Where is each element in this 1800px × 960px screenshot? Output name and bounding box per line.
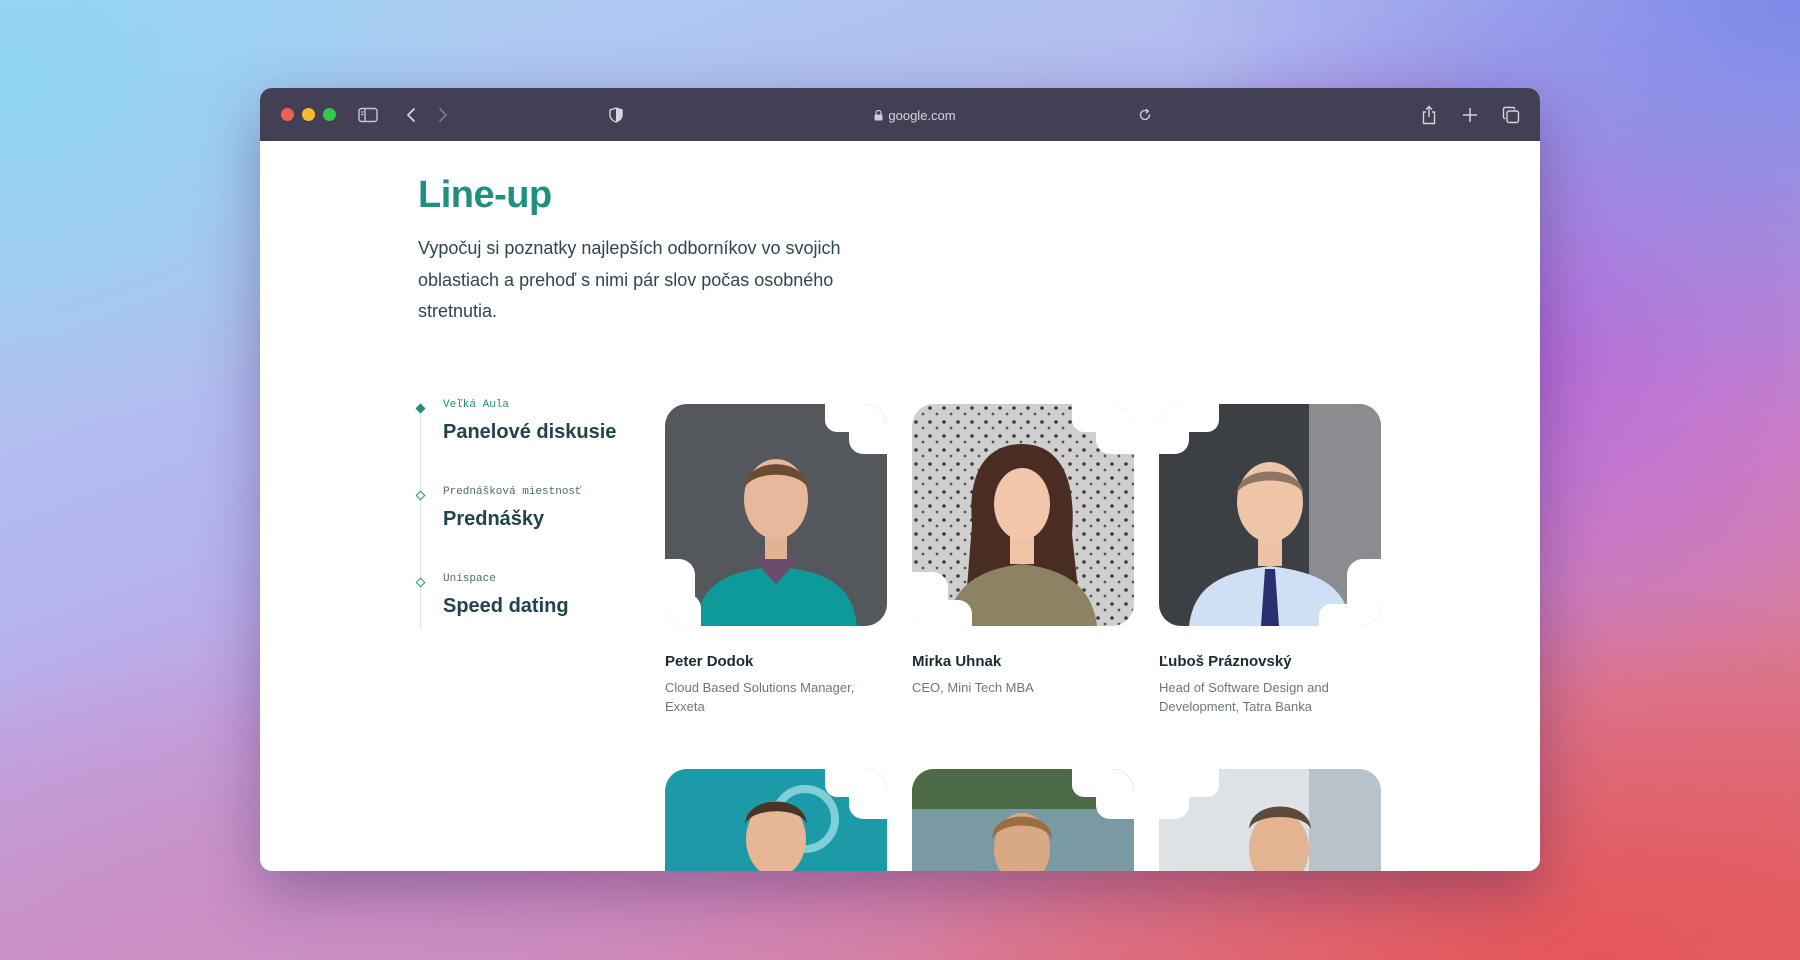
sidebar-icon[interactable]	[355, 102, 381, 128]
schedule-name: Speed dating	[443, 595, 569, 617]
page-title: Line-up	[418, 174, 552, 216]
page-intro: Vypočuj si poznatky najlepších odborníko…	[418, 238, 841, 321]
speaker-photo	[665, 769, 887, 871]
share-icon[interactable]	[1416, 102, 1442, 128]
speaker-card[interactable]: Ľuboš Práznovský Head of Software Design…	[1159, 404, 1381, 716]
speaker-card[interactable]	[1159, 769, 1381, 871]
speaker-card[interactable]: Mirka Uhnak CEO, Mini Tech MBA	[912, 404, 1134, 697]
schedule-room: Unispace	[443, 573, 496, 585]
schedule-item-speed-dating[interactable]: Unispace Speed dating	[415, 573, 618, 660]
close-window-button[interactable]	[281, 108, 294, 121]
speaker-photo	[912, 404, 1134, 626]
speaker-role: Cloud Based Solutions Manager, Exxeta	[665, 680, 855, 714]
url-text: google.com	[888, 107, 956, 123]
privacy-shield-icon[interactable]	[603, 102, 629, 128]
new-tab-icon[interactable]	[1457, 102, 1483, 128]
speaker-name: Peter Dodok	[665, 653, 754, 670]
back-icon[interactable]	[398, 102, 424, 128]
tab-overview-icon[interactable]	[1498, 102, 1524, 128]
reload-icon[interactable]	[1132, 102, 1158, 128]
window-controls	[281, 108, 336, 121]
page-content: Line-up Vypočuj si poznatky najlepších o…	[260, 141, 1540, 871]
speaker-card[interactable]	[912, 769, 1134, 871]
maximize-window-button[interactable]	[323, 108, 336, 121]
forward-icon[interactable]	[430, 102, 456, 128]
speaker-card[interactable]: Peter Dodok Cloud Based Solutions Manage…	[665, 404, 887, 716]
speaker-photo	[665, 404, 887, 626]
stage-schedule: Veľká Aula Panelové diskusie Prednášková…	[415, 399, 618, 660]
speaker-photo	[1159, 769, 1381, 871]
schedule-name: Panelové diskusie	[443, 421, 617, 443]
minimize-window-button[interactable]	[302, 108, 315, 121]
speaker-name: Mirka Uhnak	[912, 653, 1002, 670]
speaker-role: Head of Software Design and Development,…	[1159, 680, 1329, 714]
diamond-marker-icon	[415, 490, 426, 501]
browser-toolbar: google.com	[260, 88, 1540, 141]
schedule-room: Prednášková miestnosť	[443, 486, 582, 498]
speaker-photo	[912, 769, 1134, 871]
schedule-room: Veľká Aula	[443, 399, 510, 411]
lock-icon	[874, 109, 883, 120]
address-bar[interactable]: google.com	[850, 105, 980, 125]
speaker-name: Ľuboš Práznovský	[1159, 653, 1292, 670]
schedule-item-lectures[interactable]: Prednášková miestnosť Prednášky	[415, 486, 618, 573]
schedule-name: Prednášky	[443, 508, 545, 530]
speaker-card[interactable]	[665, 769, 887, 871]
diamond-marker-icon	[415, 577, 426, 588]
schedule-item-panel[interactable]: Veľká Aula Panelové diskusie	[415, 399, 618, 486]
speaker-photo	[1159, 404, 1381, 626]
browser-window: google.com Line-up Vypočuj si poznatky n…	[260, 88, 1540, 871]
speaker-role: CEO, Mini Tech MBA	[912, 680, 1034, 695]
diamond-marker-icon	[415, 403, 426, 414]
